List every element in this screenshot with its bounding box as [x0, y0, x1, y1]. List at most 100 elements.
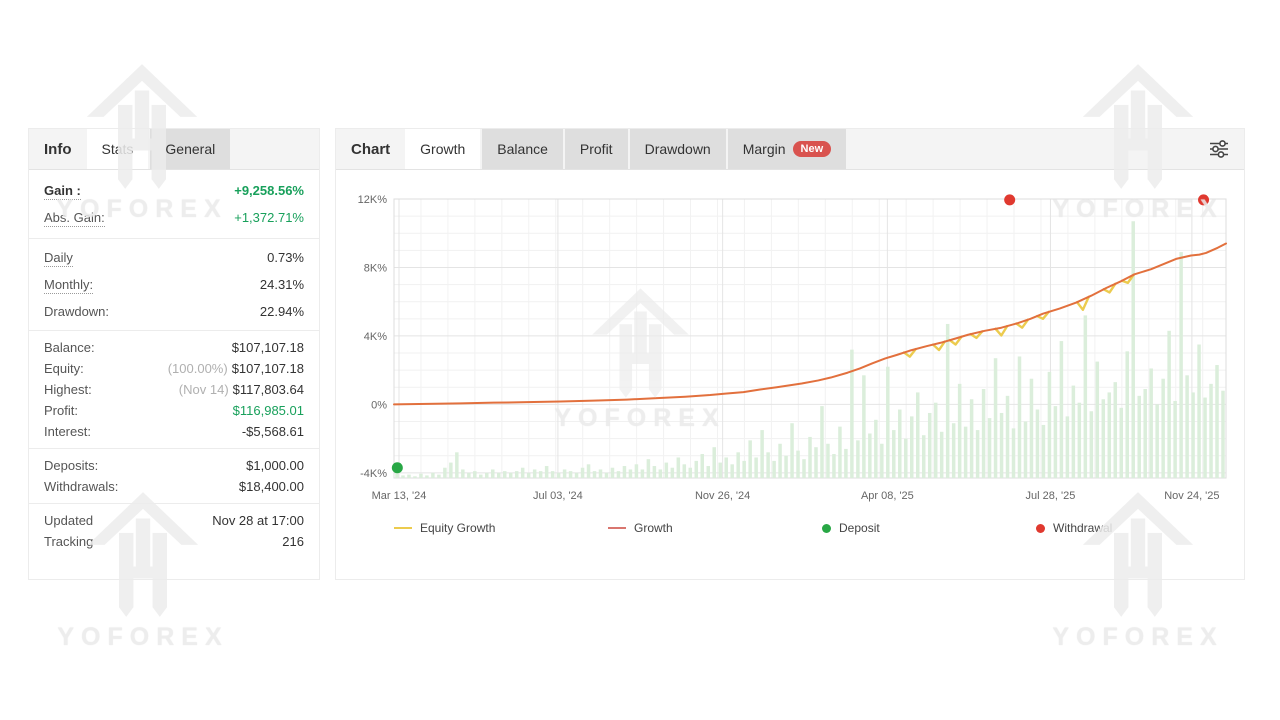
stat-label: Profit:	[44, 403, 78, 418]
stat-value: +9,258.56%	[234, 183, 304, 198]
activity-bar	[1036, 410, 1040, 478]
activity-bar	[808, 437, 812, 478]
legend-item-withdrawal[interactable]: Withdrawal	[1036, 521, 1250, 535]
activity-bar	[1161, 379, 1165, 478]
chart-panel: Chart GrowthBalanceProfitDrawdownMarginN…	[335, 128, 1245, 580]
activity-bar	[587, 464, 591, 478]
activity-bar	[1173, 401, 1177, 478]
legend-item-deposit[interactable]: Deposit	[822, 521, 1036, 535]
stat-row: Drawdown: 22.94%	[29, 299, 319, 324]
activity-bar	[443, 468, 447, 478]
activity-bar	[479, 475, 483, 478]
y-axis-tick-label: 8K%	[364, 262, 387, 274]
activity-bar	[910, 416, 914, 478]
activity-bar	[1078, 403, 1082, 478]
activity-bar	[1137, 396, 1141, 478]
tab-label: Growth	[420, 141, 465, 157]
activity-bar	[413, 476, 417, 478]
activity-bar	[754, 457, 758, 478]
activity-bar	[665, 463, 669, 478]
activity-bar	[503, 471, 507, 478]
stat-label: Abs. Gain:	[44, 210, 105, 227]
activity-bar	[1006, 396, 1010, 478]
activity-bar	[593, 471, 597, 478]
activity-bar	[641, 469, 645, 478]
activity-bar	[856, 440, 860, 478]
activity-bar	[772, 461, 776, 478]
stat-value-text: $107,107.18	[232, 340, 304, 355]
x-axis-tick-label: Jul 28, '25	[1026, 490, 1076, 502]
legend-label: Withdrawal	[1053, 521, 1112, 535]
activity-bar	[1197, 344, 1201, 478]
stat-value-text: 22.94%	[260, 304, 304, 319]
activity-bar	[395, 473, 399, 478]
activity-bar	[1185, 375, 1189, 478]
activity-bar	[575, 473, 579, 478]
activity-bar	[569, 471, 573, 478]
stat-label: Withdrawals:	[44, 479, 118, 494]
activity-bar	[521, 468, 525, 478]
activity-bar	[515, 471, 519, 478]
activity-bar	[653, 466, 657, 478]
activity-bar	[431, 473, 435, 478]
activity-bar	[826, 444, 830, 478]
activity-bar	[635, 464, 639, 478]
stat-value-text: Nov 28 at 17:00	[212, 513, 304, 528]
stat-row: Gain : +9,258.56%	[29, 178, 319, 205]
activity-bar	[629, 469, 633, 478]
growth-chart[interactable]: 12K%8K%4K%0%-4K%Mar 13, '24Jul 03, '24No…	[336, 169, 1244, 559]
stat-value-text: +1,372.71%	[234, 210, 304, 225]
withdrawal-marker	[1004, 194, 1015, 205]
x-axis-tick-label: Nov 24, '25	[1164, 490, 1219, 502]
stat-label: Monthly:	[44, 277, 93, 294]
legend-item-equity-growth[interactable]: Equity Growth	[394, 521, 608, 535]
activity-bar	[706, 466, 710, 478]
activity-bar	[1084, 315, 1088, 478]
chart-settings-icon[interactable]	[1194, 129, 1244, 169]
tab-drawdown[interactable]: Drawdown	[630, 129, 726, 169]
activity-bar	[790, 423, 794, 478]
stat-value-text: $1,000.00	[246, 458, 304, 473]
activity-bar	[898, 410, 902, 478]
stat-value: $107,107.18	[232, 340, 304, 355]
stat-group: Daily0.73%Monthly:24.31%Drawdown:22.94%	[29, 239, 319, 331]
plot-border	[394, 199, 1226, 478]
tab-balance[interactable]: Balance	[482, 129, 563, 169]
stat-row: Balance:$107,107.18	[29, 337, 319, 358]
activity-bar	[557, 473, 561, 478]
tab-general[interactable]: General	[150, 129, 230, 169]
new-badge: New	[793, 141, 832, 157]
stats-panel-header: Info StatsGeneral	[29, 129, 319, 170]
chart-legend: Equity GrowthGrowthDeposit Withdrawal	[394, 521, 1254, 535]
activity-bar	[437, 475, 441, 478]
legend-item-growth[interactable]: Growth	[608, 521, 822, 535]
activity-bar	[958, 384, 962, 478]
activity-bar	[970, 399, 974, 478]
tab-growth[interactable]: Growth	[405, 129, 480, 169]
tab-margin[interactable]: MarginNew	[728, 129, 846, 169]
activity-bar	[1191, 392, 1195, 478]
withdrawal-marker	[1198, 194, 1209, 205]
activity-bar	[976, 430, 980, 478]
stat-value: 0.73%	[267, 250, 304, 265]
activity-bar	[1000, 413, 1004, 478]
stat-label: Highest:	[44, 382, 92, 397]
stat-label: Daily	[44, 250, 73, 267]
tab-stats[interactable]: Stats	[87, 129, 149, 169]
activity-bar	[946, 324, 950, 478]
activity-bar	[1090, 411, 1094, 478]
activity-bar	[1012, 428, 1016, 478]
y-axis-tick-label: -4K%	[360, 468, 387, 480]
activity-bar	[551, 471, 555, 478]
stat-label: Drawdown:	[44, 304, 109, 319]
activity-bar	[1096, 362, 1100, 478]
tab-profit[interactable]: Profit	[565, 129, 628, 169]
activity-bar	[832, 454, 836, 478]
stat-label: Gain :	[44, 183, 81, 200]
activity-bar	[1215, 365, 1219, 478]
activity-bar	[449, 463, 453, 478]
stat-value-text: $116,985.01	[233, 403, 304, 418]
activity-bar	[1203, 398, 1207, 478]
stat-group: UpdatedNov 28 at 17:00Tracking216	[29, 504, 319, 558]
activity-bar	[922, 435, 926, 478]
